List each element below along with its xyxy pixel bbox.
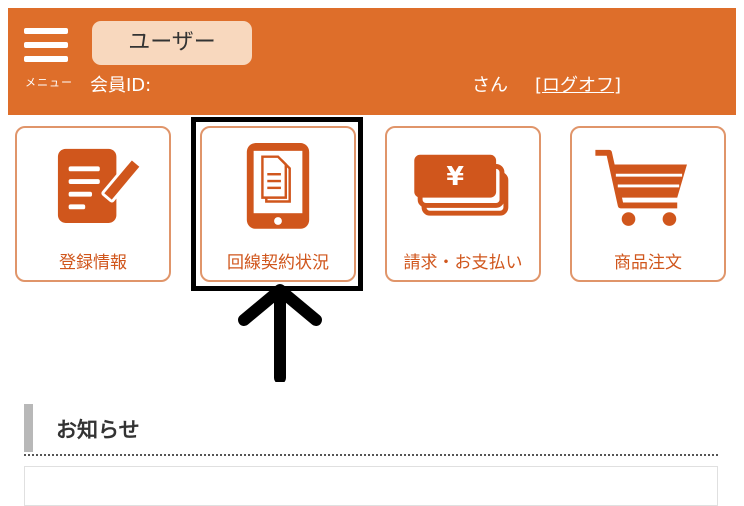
hamburger-menu-icon[interactable]: [24, 28, 70, 68]
yen-cards-icon: ¥: [414, 154, 509, 216]
header-bar: メニュー ユーザー 会員ID: さん [ログオフ]: [8, 8, 736, 115]
logoff-bracket-open: [: [535, 75, 543, 96]
highlight-box: [191, 117, 363, 291]
member-id-label: 会員ID:: [90, 75, 152, 96]
logoff-link[interactable]: [ログオフ]: [535, 71, 621, 97]
tile-label: 請求・お支払い: [403, 253, 523, 273]
tile-label: 商品注文: [614, 253, 682, 273]
shopping-cart-icon: [595, 149, 687, 226]
menu-label: メニュー: [25, 76, 73, 89]
tile-registration-info[interactable]: 登録情報: [15, 126, 171, 282]
notice-divider: [24, 454, 718, 456]
notice-content-box: [24, 466, 718, 506]
notice-heading: お知らせ: [56, 418, 140, 442]
user-suffix: さん: [472, 75, 508, 96]
tile-label: 登録情報: [59, 253, 127, 273]
user-name-badge: ユーザー: [92, 21, 252, 65]
svg-text:¥: ¥: [446, 161, 464, 191]
notice-accent-bar: [24, 404, 33, 452]
logoff-label: ログオフ: [542, 75, 615, 96]
edit-document-icon: [57, 148, 143, 223]
tile-billing-payment[interactable]: ¥ 請求・お支払い: [385, 126, 541, 282]
arrow-up-icon: [238, 284, 322, 382]
logoff-bracket-close: ]: [614, 75, 622, 96]
tile-product-order[interactable]: 商品注文: [570, 126, 726, 282]
